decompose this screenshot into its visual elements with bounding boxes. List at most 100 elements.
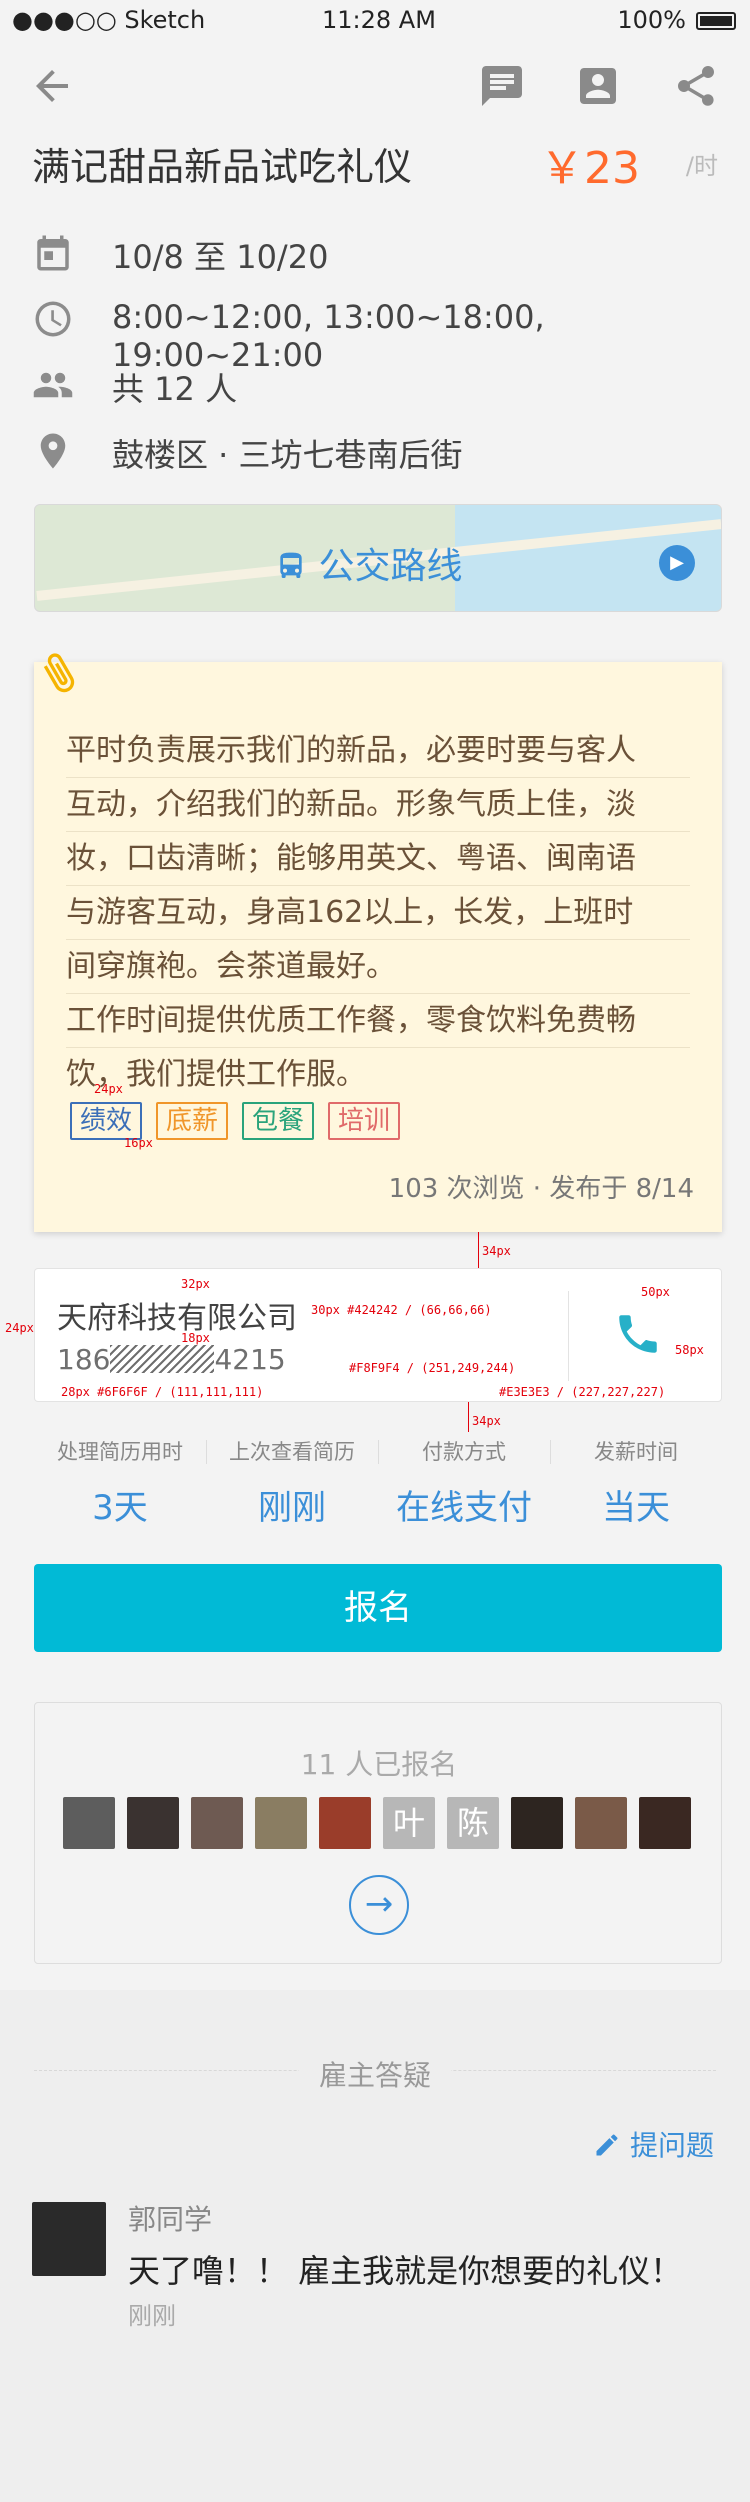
annotation-bg-color: #F8F9F4 / (251,249,244) [349, 1361, 516, 1375]
bus-icon [280, 552, 302, 578]
top-nav [0, 52, 750, 122]
pencil-icon [596, 2134, 618, 2156]
description-text: 平时负责展示我们的新品，必要时要与客人 互动，介绍我们的新品。形象气质上佳，淡 … [66, 724, 690, 1102]
back-arrow-icon[interactable] [28, 62, 76, 110]
stat-label: 上次查看简历 [229, 1440, 355, 1464]
apply-button[interactable]: 报名 [34, 1564, 722, 1652]
share-icon[interactable] [672, 62, 720, 110]
annotation-left-padding: 24px [5, 1321, 34, 1335]
headcount-text: 共 12 人 [112, 370, 238, 408]
phone-mask [110, 1345, 215, 1373]
headcount-row: 共 12 人 [32, 356, 732, 412]
view-publish-info: 103 次浏览 · 发布于 8/14 [388, 1174, 694, 1204]
annotation-tag-height: 24px [94, 1082, 123, 1096]
stat-value: 当天 [602, 1488, 670, 1528]
clock-icon [32, 298, 74, 340]
carrier-label: ●●●○○ Sketch [12, 6, 206, 34]
qa-section-title: 雇主答疑 [0, 2054, 750, 2094]
annotation-phone-style: 28px #6F6F6F / (111,111,111) [61, 1385, 264, 1399]
stats-row: 处理简历用时 3天 上次查看简历 刚刚 付款方式 在线支付 发薪时间 当天 [34, 1430, 722, 1528]
avatar[interactable] [319, 1797, 371, 1849]
avatar[interactable] [191, 1797, 243, 1849]
date-row: 10/8 至 10/20 [32, 224, 732, 280]
paperclip-icon [40, 650, 80, 700]
stat-payment: 付款方式 在线支付 [378, 1430, 550, 1528]
people-icon [32, 364, 74, 406]
job-title: 满记甜品新品试吃礼仪 [32, 145, 413, 189]
stat-value: 3天 [92, 1488, 148, 1528]
bus-route-label[interactable]: 公交路线 [275, 537, 462, 589]
company-name: 天府科技有限公司 [57, 1301, 297, 1336]
divider [568, 1291, 569, 1381]
location-row: 鼓楼区 · 三坊七巷南后街 [32, 422, 732, 478]
status-time: 11:28 AM [322, 6, 436, 34]
description-line: 工作时间提供优质工作餐，零食饮料免费畅 [66, 994, 690, 1048]
battery-icon [696, 12, 736, 30]
hours-row: 8:00~12:00, 13:00~18:00, 19:00~21:00 [32, 290, 732, 374]
arrow-right-icon[interactable]: → [349, 1875, 409, 1935]
stat-label: 处理简历用时 [57, 1440, 183, 1464]
avatar[interactable] [639, 1797, 691, 1849]
job-price: ￥23 [540, 143, 640, 194]
avatar[interactable] [63, 1797, 115, 1849]
description-line: 饮，我们提供工作服。 [66, 1057, 366, 1092]
comment-text: 天了噜！！ 雇主我就是你想要的礼仪！ [128, 2252, 683, 2290]
ask-question-label: 提问题 [629, 2129, 714, 2162]
stat-label: 付款方式 [422, 1440, 506, 1464]
phone-call-icon[interactable] [613, 1309, 663, 1359]
commenter-name: 郭同学 [128, 2203, 213, 2236]
annotation-icon-height: 50px [641, 1285, 670, 1299]
annotation-border-color: #E3E3E3 / (227,227,227) [499, 1385, 666, 1399]
tag-base-salary: 底薪 [156, 1102, 229, 1140]
price-unit: /时 [685, 152, 718, 180]
stat-payday: 发薪时间 当天 [550, 1430, 722, 1528]
description-line: 妆，口齿清晰；能够用英文、粤语、闽南语 [66, 832, 690, 886]
avatar[interactable]: 陈 [447, 1797, 499, 1849]
ask-question-button[interactable]: 提问题 [593, 2124, 714, 2164]
stat-value: 刚刚 [258, 1488, 326, 1528]
annotation-line-gap: 18px [181, 1331, 210, 1345]
avatar[interactable] [575, 1797, 627, 1849]
tag-training: 培训 [328, 1102, 401, 1140]
annotation-line [468, 1402, 469, 1432]
battery-percent: 100% [617, 6, 686, 34]
annotation-gap-top: 34px [482, 1244, 511, 1258]
avatar[interactable] [255, 1797, 307, 1849]
location-pin-icon [32, 430, 74, 472]
avatar[interactable]: 叶 [383, 1797, 435, 1849]
calendar-icon [32, 232, 74, 274]
stat-value: 在线支付 [396, 1488, 532, 1528]
description-line: 间穿旗袍。会茶道最好。 [66, 940, 690, 994]
contact-card-icon[interactable] [574, 62, 622, 110]
bus-route-map[interactable]: 公交路线 ▶ [34, 504, 722, 612]
annotation-top-padding: 32px [181, 1277, 210, 1291]
annotation-gap-bottom: 34px [472, 1414, 501, 1428]
message-icon[interactable] [478, 62, 526, 110]
avatar[interactable] [511, 1797, 563, 1849]
stat-resume-time: 处理简历用时 3天 [34, 1430, 206, 1528]
company-card: 天府科技有限公司 186 4215 32px 24px 30px #424242 … [5, 1268, 722, 1402]
company-phone: 186 4215 [57, 1343, 286, 1376]
description-line: 平时负责展示我们的新品，必要时要与客人 [66, 724, 690, 778]
status-bar: ●●●○○ Sketch 11:28 AM 100% [0, 0, 750, 40]
avatar[interactable] [32, 2202, 106, 2276]
employer-qa: 雇主答疑 提问题 郭同学 天了噜！！ 雇主我就是你想要的礼仪！ 刚刚 [0, 1990, 750, 2502]
play-icon[interactable]: ▶ [659, 545, 695, 581]
stat-label: 发薪时间 [594, 1440, 678, 1464]
date-text: 10/8 至 10/20 [112, 238, 329, 276]
job-description-card: 平时负责展示我们的新品，必要时要与客人 互动，介绍我们的新品。形象气质上佳，淡 … [34, 653, 722, 1232]
stat-last-viewed: 上次查看简历 刚刚 [206, 1430, 378, 1528]
phone-prefix: 186 [57, 1343, 111, 1376]
qa-section-label: 雇主答疑 [298, 2059, 451, 2092]
phone-suffix: 4215 [214, 1343, 286, 1376]
comment-time: 刚刚 [128, 2302, 176, 2330]
bus-route-text: 公交路线 [318, 546, 463, 587]
annotation-icon-right: 58px [675, 1343, 704, 1357]
description-line: 与游客互动，身高162以上，长发，上班时 [66, 886, 690, 940]
tag-performance: 绩效 [70, 1102, 143, 1140]
annotation-line [478, 1232, 479, 1268]
annotation-name-style: 30px #424242 / (66,66,66) [311, 1303, 492, 1317]
location-text: 鼓楼区 · 三坊七巷南后街 [112, 436, 463, 474]
avatar[interactable] [127, 1797, 179, 1849]
applicants-card: 11 人已报名 叶 陈 → [34, 1702, 722, 1964]
